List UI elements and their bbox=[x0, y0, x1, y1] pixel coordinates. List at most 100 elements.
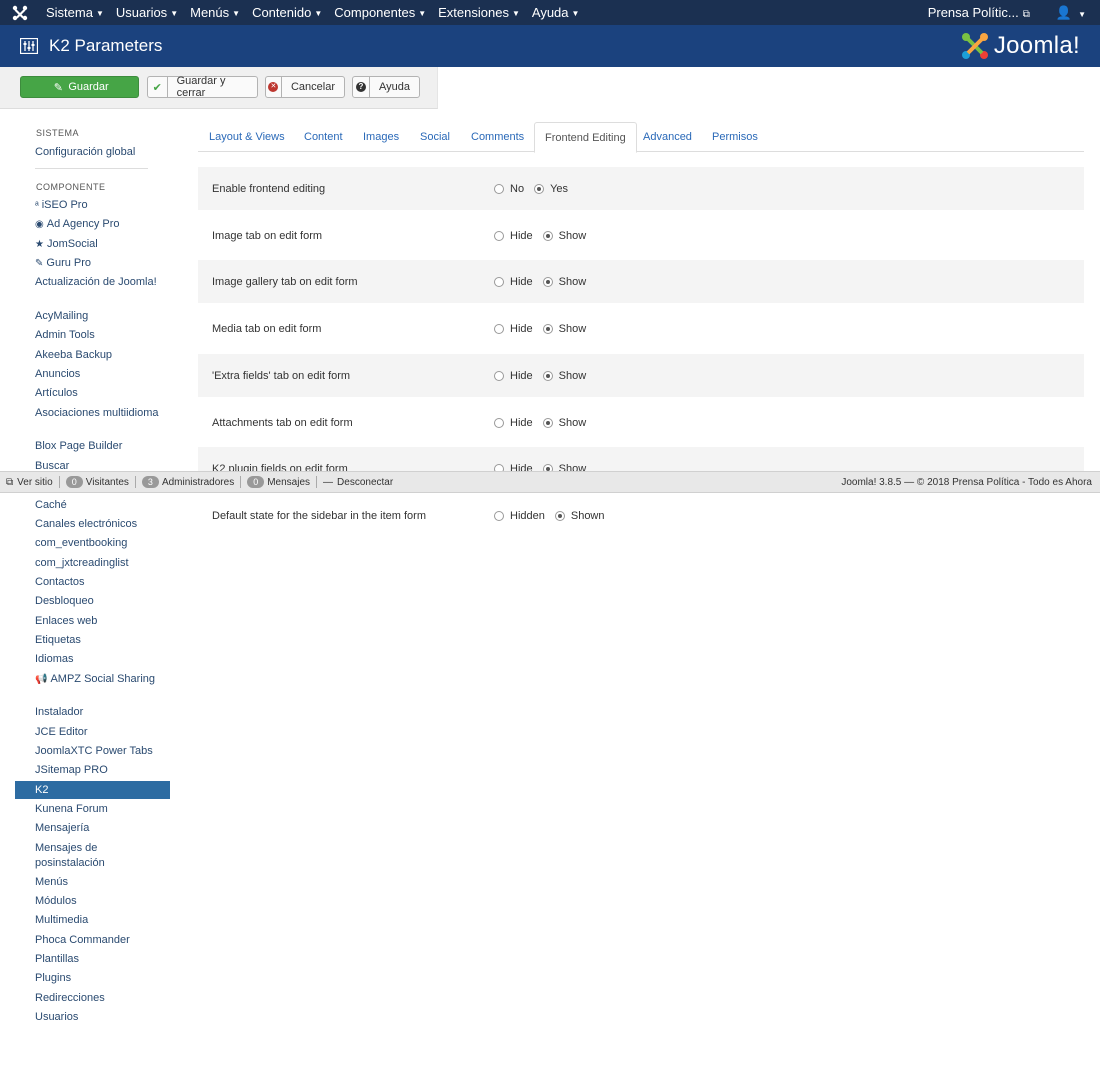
radio-button[interactable] bbox=[542, 323, 553, 334]
radio-option-show[interactable]: Show bbox=[542, 276, 586, 288]
sidebar-item-plugins[interactable]: Plugins bbox=[35, 971, 170, 986]
logout-label: Desconectar bbox=[337, 476, 394, 488]
sidebar-item-phoca[interactable]: Phoca Commander bbox=[35, 933, 170, 948]
sidebar-item-mensajeria[interactable]: Mensajería bbox=[35, 821, 170, 836]
radio-group: Hide Show bbox=[494, 230, 596, 242]
messages-link[interactable]: 0 Mensajes bbox=[241, 476, 316, 488]
form-rows-viewport: Enable frontend editing No Yes Image tab… bbox=[0, 0, 1100, 471]
minus-icon: — bbox=[323, 476, 334, 488]
view-site-link[interactable]: ⧉ Ver sitio bbox=[0, 477, 59, 488]
radio-option-hide[interactable]: Hide bbox=[494, 417, 533, 429]
sidebar-item-kunena[interactable]: Kunena Forum bbox=[35, 802, 170, 817]
radio-label: Show bbox=[558, 416, 587, 429]
radio-label: Hide bbox=[510, 322, 533, 335]
radio-option-hide[interactable]: Hide bbox=[494, 462, 533, 472]
radio-option-hide[interactable]: Hide bbox=[494, 276, 533, 288]
sidebar-item-contactos[interactable]: Contactos bbox=[35, 575, 170, 590]
radio-label: Hide bbox=[510, 416, 533, 429]
radio-button[interactable] bbox=[494, 276, 504, 287]
radio-option-shown[interactable]: Shown bbox=[554, 509, 605, 522]
sidebar-item-jsitemap[interactable]: JSitemap PRO bbox=[35, 763, 170, 778]
sidebar-item-k2[interactable]: K2 bbox=[15, 781, 170, 799]
radio-button[interactable] bbox=[494, 230, 504, 241]
radio-label: Show bbox=[558, 322, 587, 335]
sidebar-item-multimedia[interactable]: Multimedia bbox=[35, 913, 170, 928]
radio-group: Hide Show bbox=[494, 462, 596, 472]
form-row-image-tab: Image tab on edit form Hide Show bbox=[198, 214, 1084, 257]
sidebar-item-posinstalacion[interactable]: Mensajes de posinstalación bbox=[35, 841, 170, 871]
visitors-badge: 0 bbox=[65, 476, 83, 488]
sidebar-item-modulos[interactable]: Módulos bbox=[35, 894, 170, 909]
radio-button[interactable] bbox=[494, 510, 504, 521]
radio-button[interactable] bbox=[494, 370, 504, 381]
radio-group: Hide Show bbox=[494, 323, 596, 335]
form-row-media-tab: Media tab on edit form Hide Show bbox=[198, 307, 1084, 350]
messages-label: Mensajes bbox=[267, 476, 311, 488]
sidebar-item-plantillas[interactable]: Plantillas bbox=[35, 952, 170, 967]
admins-link[interactable]: 3 Administradores bbox=[136, 476, 240, 488]
radio-button[interactable] bbox=[554, 510, 565, 521]
radio-button[interactable] bbox=[542, 230, 553, 241]
sidebar-item-powertabs[interactable]: JoomlaXTC Power Tabs bbox=[35, 744, 170, 759]
sidebar-item-eventbooking[interactable]: com_eventbooking bbox=[35, 536, 170, 551]
visitors-label: Visitantes bbox=[85, 476, 129, 488]
radio-option-show[interactable]: Show bbox=[542, 230, 586, 242]
sidebar-item-menus[interactable]: Menús bbox=[35, 875, 170, 890]
sidebar-item-canales[interactable]: Canales electrónicos bbox=[35, 517, 170, 532]
sidebar-item-usuarios[interactable]: Usuarios bbox=[35, 1010, 170, 1025]
radio-button[interactable] bbox=[494, 417, 504, 428]
sidebar-item-etiquetas[interactable]: Etiquetas bbox=[35, 633, 170, 648]
radio-button[interactable] bbox=[542, 370, 553, 381]
radio-button[interactable] bbox=[542, 463, 553, 471]
ampz-icon: 📢 bbox=[35, 674, 48, 685]
form-row-label: Enable frontend editing bbox=[212, 182, 326, 195]
radio-group: No Yes bbox=[494, 183, 578, 195]
radio-label: Hide bbox=[510, 462, 533, 472]
radio-button[interactable] bbox=[494, 463, 504, 471]
radio-option-show[interactable]: Show bbox=[542, 463, 586, 471]
footer-copyright: Joomla! 3.8.5 — © 2018 Prensa Política -… bbox=[841, 476, 1092, 488]
sidebar-item-idiomas[interactable]: Idiomas bbox=[35, 652, 170, 667]
radio-option-show[interactable]: Show bbox=[542, 369, 587, 382]
logout-link[interactable]: — Desconectar bbox=[317, 477, 399, 488]
sidebar-item-cache[interactable]: Caché bbox=[35, 498, 170, 513]
radio-label: Hide bbox=[510, 369, 533, 382]
sidebar-item-instalador[interactable]: Instalador bbox=[35, 705, 170, 720]
form-row-label: Default state for the sidebar in the ite… bbox=[212, 509, 426, 522]
radio-group: Hide Show bbox=[494, 276, 596, 288]
radio-label: Show bbox=[558, 369, 587, 382]
sidebar-item-desbloqueo[interactable]: Desbloqueo bbox=[35, 594, 170, 609]
sidebar-item-enlaces-web[interactable]: Enlaces web bbox=[35, 614, 170, 629]
radio-option-yes[interactable]: Yes bbox=[534, 183, 568, 195]
radio-option-hide[interactable]: Hide bbox=[494, 230, 533, 242]
radio-button[interactable] bbox=[534, 183, 545, 194]
radio-option-hide[interactable]: Hide bbox=[494, 370, 533, 382]
radio-option-no[interactable]: No bbox=[494, 183, 524, 195]
radio-label: Hide bbox=[510, 275, 533, 288]
radio-button[interactable] bbox=[542, 417, 553, 428]
radio-label: Yes bbox=[550, 182, 569, 195]
view-site-label: Ver sitio bbox=[17, 476, 53, 488]
form-row-label: K2 plugin fields on edit form bbox=[212, 462, 348, 472]
sidebar-item-jce[interactable]: JCE Editor bbox=[35, 725, 170, 740]
form-row-label: Media tab on edit form bbox=[212, 322, 322, 335]
form-row-label: Image gallery tab on edit form bbox=[212, 275, 358, 288]
radio-label: Shown bbox=[570, 509, 605, 522]
radio-option-hidden[interactable]: Hidden bbox=[494, 510, 545, 522]
form-row-sidebar-default-state: Default state for the sidebar in the ite… bbox=[198, 494, 1084, 537]
sidebar-item-redirecciones[interactable]: Redirecciones bbox=[35, 991, 170, 1006]
radio-button[interactable] bbox=[494, 183, 504, 194]
sidebar-item-jxtcreadinglist[interactable]: com_jxtcreadinglist bbox=[35, 556, 170, 571]
sidebar-item-ampz[interactable]: 📢 AMPZ Social Sharing bbox=[35, 672, 170, 687]
radio-button[interactable] bbox=[494, 323, 504, 334]
radio-button[interactable] bbox=[542, 276, 553, 287]
radio-option-show[interactable]: Show bbox=[542, 322, 587, 335]
admins-badge: 3 bbox=[141, 476, 159, 488]
form-row-frontend-editing: Enable frontend editing No Yes bbox=[198, 167, 1084, 210]
radio-label: No bbox=[510, 182, 525, 195]
radio-label: Hidden bbox=[510, 509, 545, 522]
visitors-link[interactable]: 0 Visitantes bbox=[60, 476, 135, 488]
radio-option-show[interactable]: Show bbox=[542, 416, 587, 429]
radio-option-hide[interactable]: Hide bbox=[494, 323, 533, 335]
status-bar: ⧉ Ver sitio 0 Visitantes 3 Administradores … bbox=[0, 471, 1100, 493]
